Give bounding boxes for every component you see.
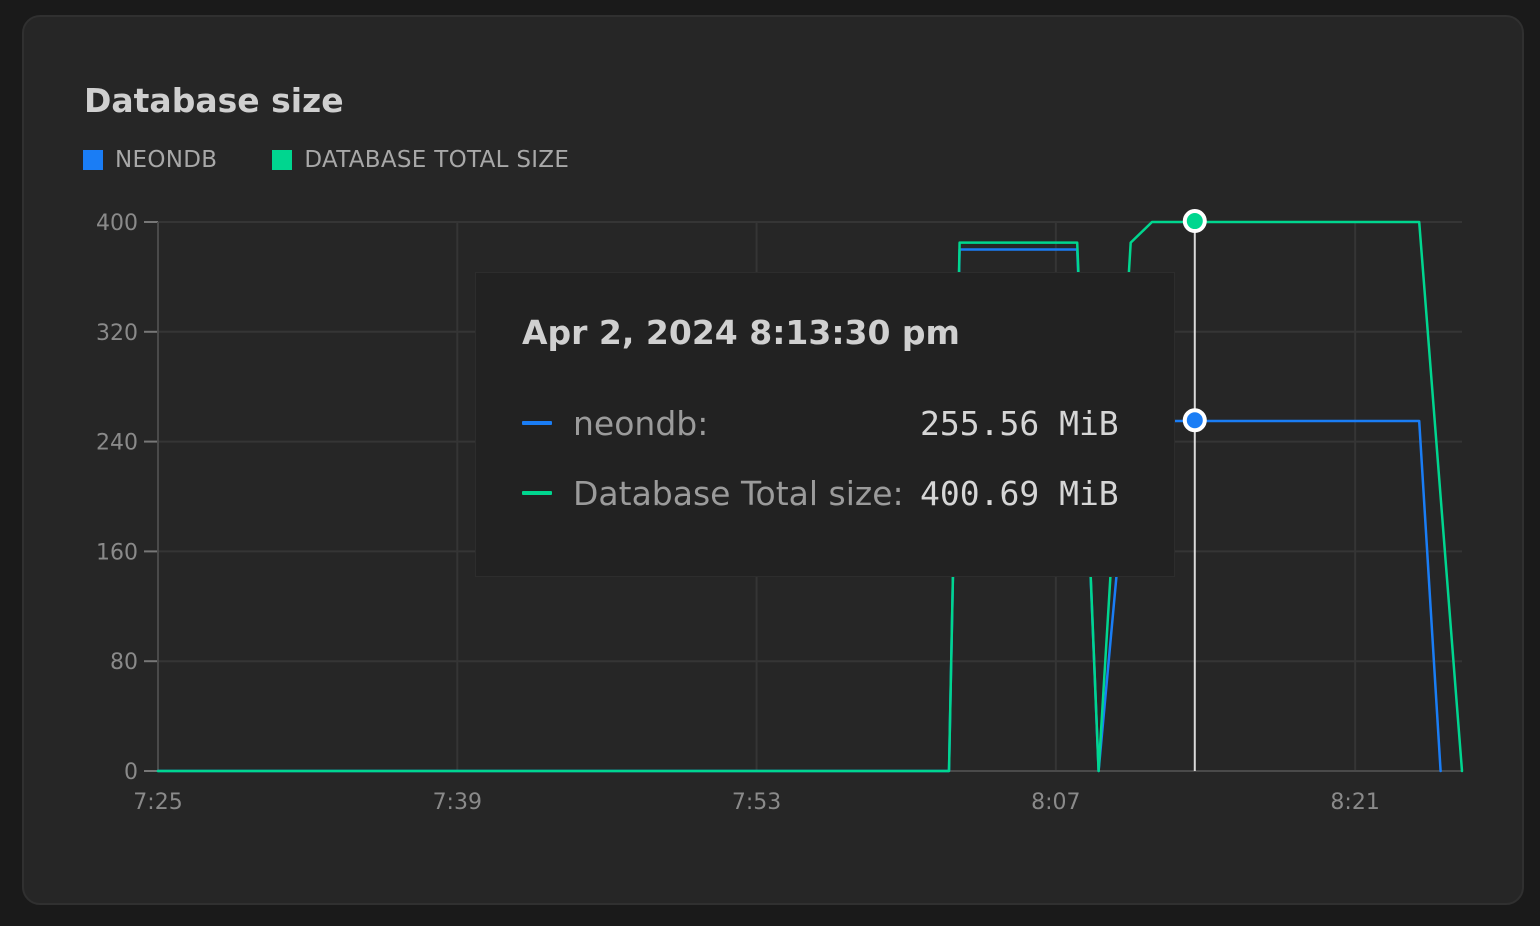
tooltip-label-total-size: Database Total size: (573, 474, 904, 513)
tooltip-value-neondb: 255.56 MiB (920, 404, 1119, 443)
tooltip-dash-neondb (522, 421, 552, 425)
y-tick-label: 80 (110, 650, 138, 675)
hover-point-neondb (1182, 408, 1207, 433)
x-tick-label: 8:21 (1330, 790, 1379, 815)
tooltip-timestamp: Apr 2, 2024 8:13:30 pm (522, 313, 960, 352)
y-tick-label: 320 (96, 321, 138, 346)
hover-point-total-size (1182, 209, 1207, 234)
tooltip-row-neondb: neondb: 255.56 MiB (522, 404, 1142, 444)
x-tick-label: 8:07 (1031, 790, 1080, 815)
chart-tooltip: Apr 2, 2024 8:13:30 pm neondb: 255.56 Mi… (475, 272, 1175, 577)
tooltip-dash-total-size (522, 491, 552, 495)
x-tick-label: 7:39 (433, 790, 482, 815)
y-tick-label: 400 (96, 211, 138, 236)
tooltip-value-total-size: 400.69 MiB (920, 474, 1119, 513)
x-tick-label: 7:53 (732, 790, 781, 815)
tooltip-row-total-size: Database Total size: 400.69 MiB (522, 474, 1142, 514)
x-tick-label: 7:25 (133, 790, 182, 815)
y-tick-label: 160 (96, 540, 138, 565)
y-tick-label: 240 (96, 431, 138, 456)
y-tick-label: 0 (124, 760, 138, 785)
tooltip-label-neondb: neondb: (573, 404, 709, 443)
